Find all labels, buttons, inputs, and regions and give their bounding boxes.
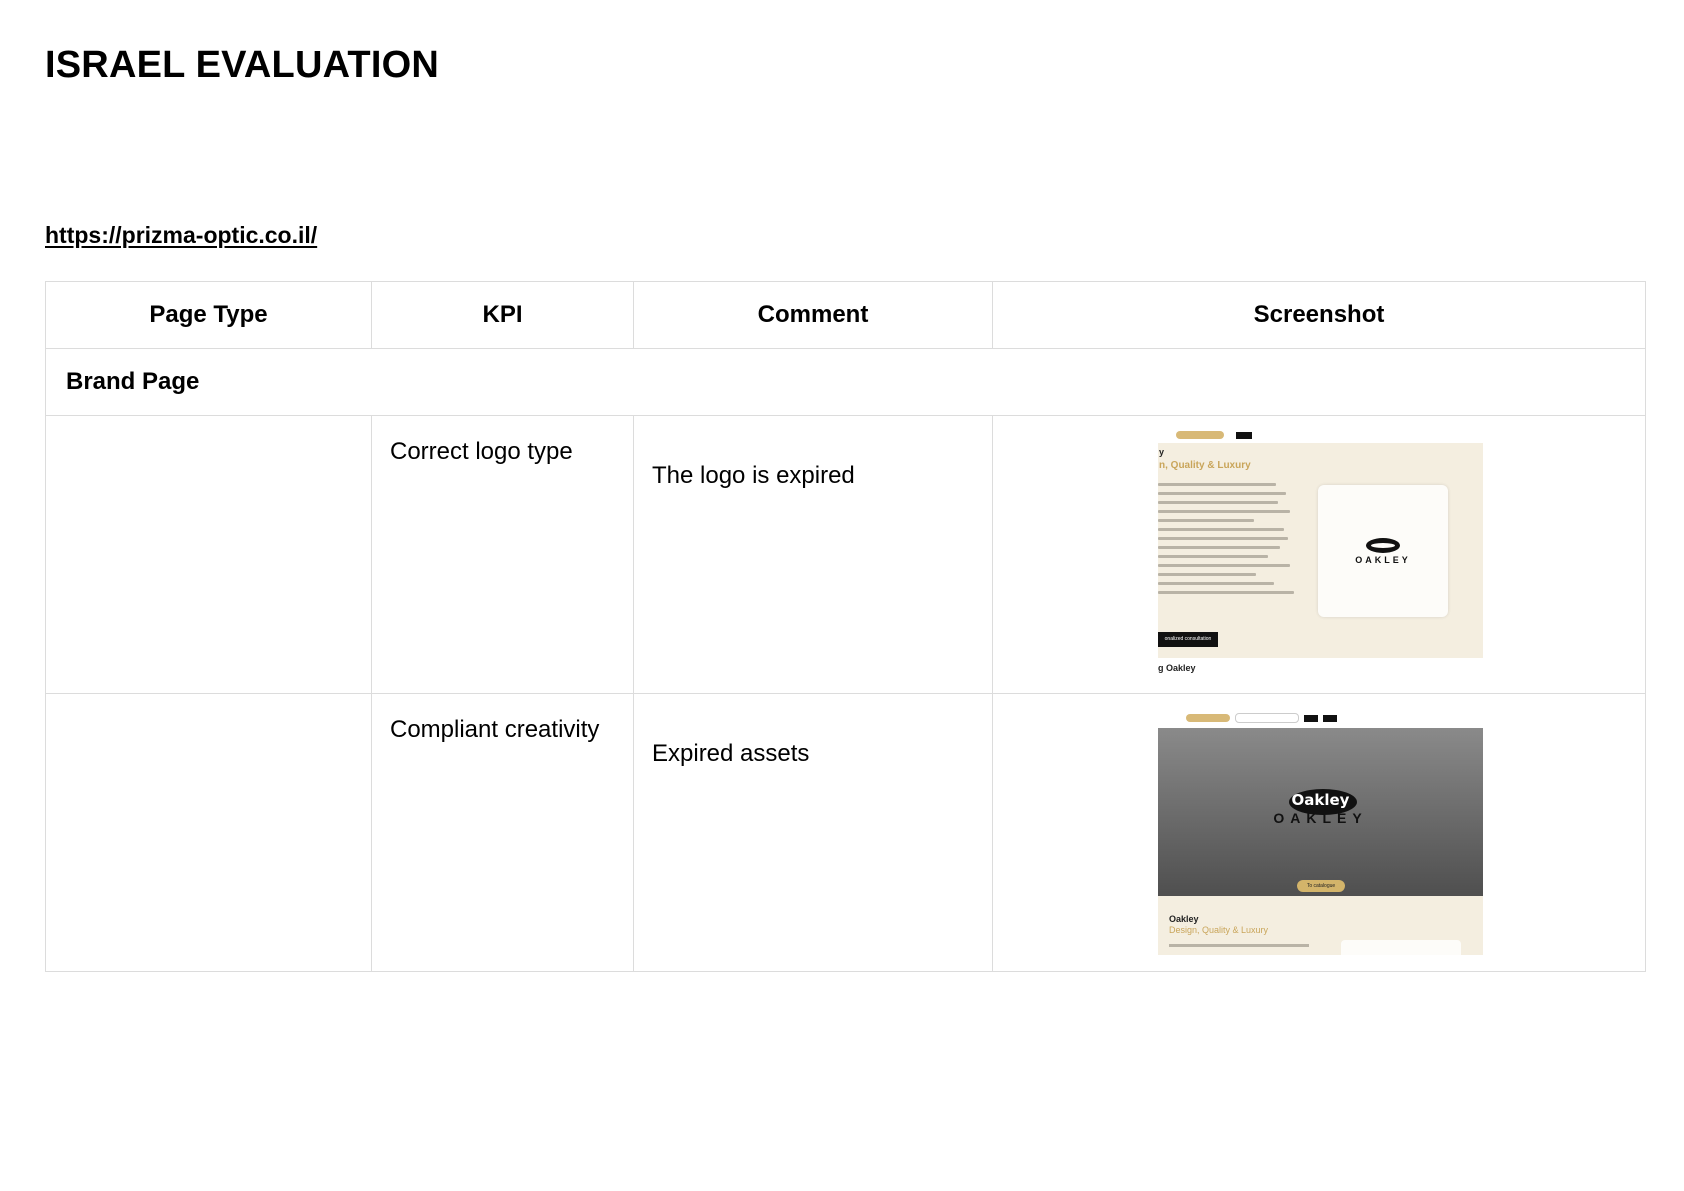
page-type-cell (45, 415, 372, 694)
screenshot-text-block (1158, 483, 1298, 600)
site-link[interactable]: https://prizma-optic.co.il/ (45, 222, 317, 249)
header-screenshot: Screenshot (992, 281, 1646, 349)
screenshot-nav-bar (1158, 431, 1483, 443)
evaluation-table: Page Type KPI Comment Screenshot Brand P… (45, 281, 1646, 972)
header-comment: Comment (633, 281, 993, 349)
screenshot-hero: y n, Quality & Luxury onalized consultat… (1158, 443, 1483, 658)
comment-text: Expired assets (652, 740, 810, 767)
document-title: ISRAEL EVALUATION (45, 44, 439, 86)
oakley-logo-icon (1366, 538, 1400, 553)
screenshot-brand-section: Oakley Design, Quality & Luxury (1158, 896, 1483, 955)
comment-cell: The logo is expired (633, 415, 993, 694)
screenshot-heading: y (1159, 447, 1165, 457)
table-row: Compliant creativity Expired assets Oakl… (45, 693, 1646, 972)
screenshot-nav-bar (1158, 712, 1483, 728)
section-row: Brand Page (45, 348, 1646, 416)
screenshot-cell: y n, Quality & Luxury onalized consultat… (992, 415, 1646, 694)
screenshot-tagline: Design, Quality & Luxury (1169, 925, 1269, 935)
screenshot-image: y n, Quality & Luxury onalized consultat… (1158, 431, 1483, 676)
table-header-row: Page Type KPI Comment Screenshot (45, 281, 1646, 349)
hero-brand-text: Oakley (1291, 791, 1350, 809)
screenshot-catalogue-button: To catalogue (1297, 880, 1345, 892)
kpi-cell: Correct logo type (371, 415, 634, 694)
screenshot-footer-text: g Oakley (1158, 663, 1196, 673)
screenshot-subheading: n, Quality & Luxury (1159, 460, 1251, 471)
section-label: Brand Page (45, 348, 1646, 416)
comment-text: The logo is expired (652, 462, 855, 489)
logo-wordmark: OAKLEY (1355, 555, 1411, 565)
screenshot-logo-card: OAKLEY (1318, 485, 1448, 617)
kpi-cell: Compliant creativity (371, 693, 634, 972)
header-kpi: KPI (371, 281, 634, 349)
page-type-cell (45, 693, 372, 972)
screenshot-text-line (1169, 944, 1309, 947)
comment-cell: Expired assets (633, 693, 993, 972)
logo-wordmark: OAKLEY (1273, 810, 1368, 826)
screenshot-brand-name: Oakley (1169, 914, 1199, 924)
screenshot-hero: Oakley OAKLEY To catalogue (1158, 728, 1483, 896)
screenshot-logo-card (1341, 940, 1461, 955)
screenshot-image: Oakley OAKLEY To catalogue Oakley Design… (1158, 712, 1483, 955)
table-row: Correct logo type The logo is expired y … (45, 415, 1646, 694)
kpi-text: Compliant creativity (390, 716, 600, 743)
header-page-type: Page Type (45, 281, 372, 349)
screenshot-cell: Oakley OAKLEY To catalogue Oakley Design… (992, 693, 1646, 972)
screenshot-consultation-button: onalized consultation (1158, 632, 1218, 647)
kpi-text: Correct logo type (390, 438, 573, 465)
